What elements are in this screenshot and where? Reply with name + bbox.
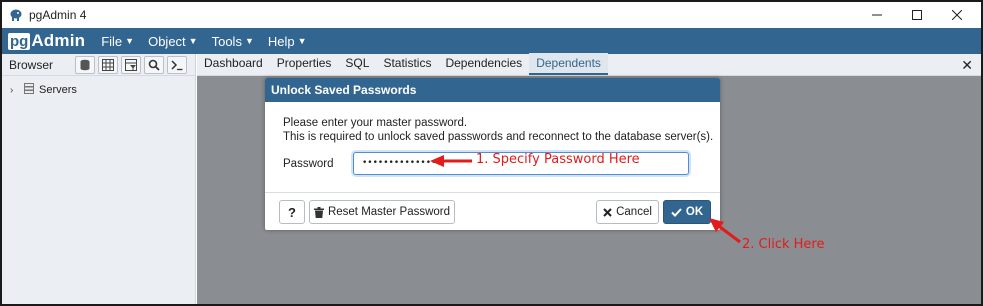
app-window: pgAdmin 4 pg Admin File ▼ Object ▼ Tools ▼ … bbox=[0, 0, 983, 306]
annotation-step2: 2. Click Here bbox=[742, 237, 825, 252]
annotation-step1: 1. Specify Password Here bbox=[476, 152, 640, 167]
